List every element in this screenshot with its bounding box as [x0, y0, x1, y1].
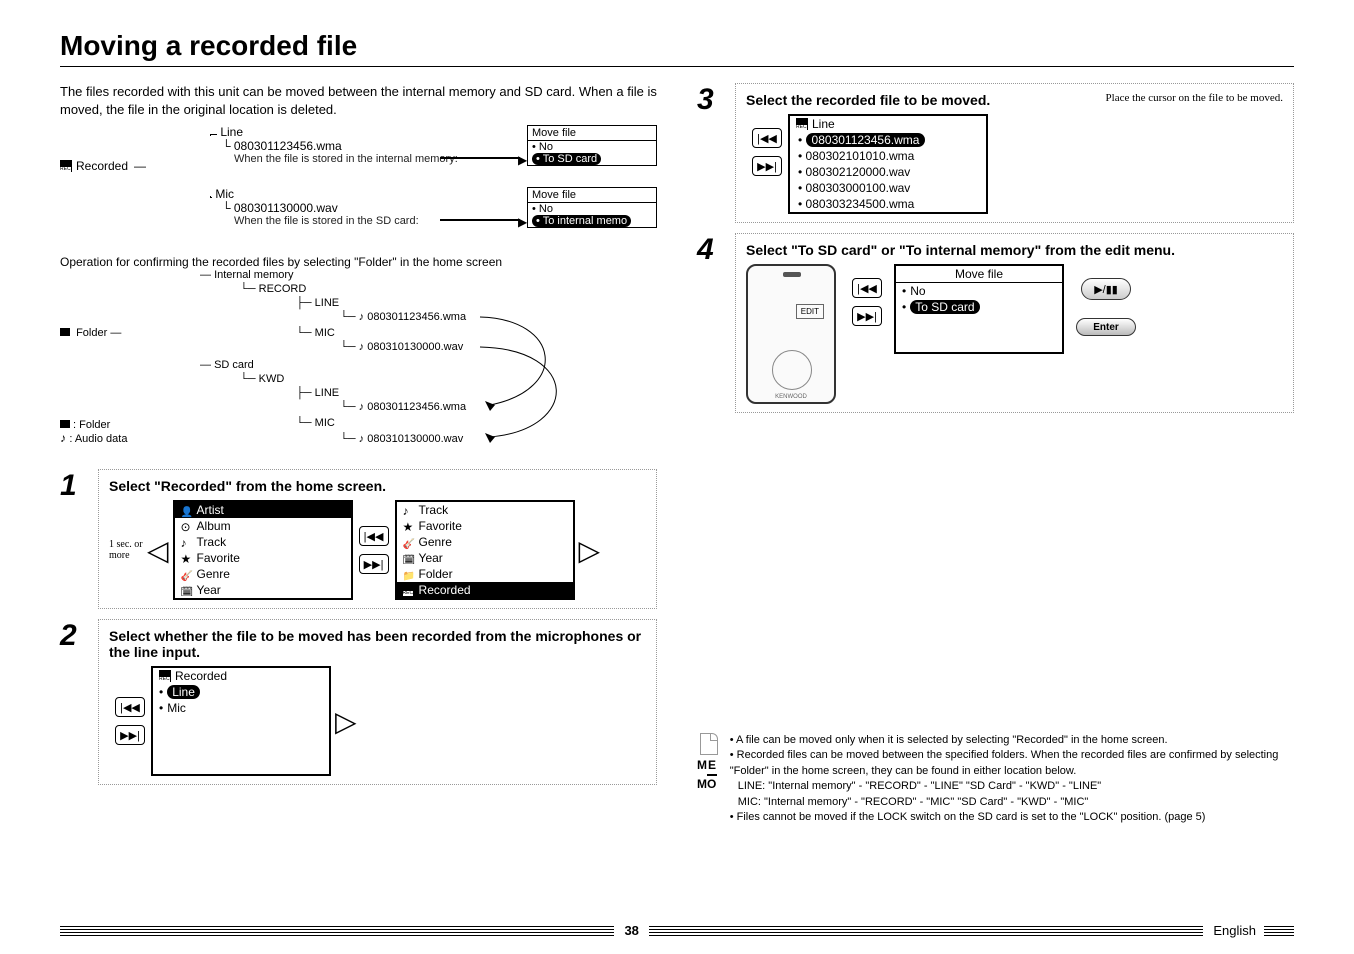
- hold-label: 1 sec. or more: [109, 539, 143, 561]
- page-number: 38: [614, 923, 648, 938]
- home-list-left[interactable]: Artist Album Track Favorite Genre Year: [173, 500, 353, 600]
- tree-wma-1: 080301123456.wma: [367, 311, 466, 323]
- step-4-number: 4: [697, 233, 721, 413]
- tree-mic-2: MIC: [315, 417, 335, 429]
- enter-button[interactable]: Enter: [1076, 318, 1136, 336]
- next-button-2[interactable]: ▶▶|: [115, 725, 145, 745]
- prev-button-4[interactable]: |◀◀: [852, 278, 882, 298]
- intro-text: The files recorded with this unit can be…: [60, 83, 657, 119]
- tree-wma-2: 080301123456.wma: [367, 401, 466, 413]
- tree-kwd: KWD: [259, 373, 285, 385]
- tree-sdcard: SD card: [214, 359, 254, 371]
- footer-rule-right: [649, 926, 1203, 936]
- next-button[interactable]: ▶▶|: [359, 554, 389, 574]
- step-3-number: 3: [697, 83, 721, 223]
- tree-wav-1: 080310130000.wav: [367, 341, 463, 353]
- right-arrow-icon[interactable]: ▷: [575, 514, 605, 587]
- remote-illustration: EDIT KENWOOD: [746, 264, 836, 404]
- legend-folder-icon: [60, 420, 70, 428]
- operation-caption: Operation for confirming the recorded fi…: [60, 255, 657, 269]
- tree-wav-2: 080310130000.wav: [367, 433, 463, 445]
- recorded-root-label: Recorded: [76, 159, 128, 173]
- movefile-tointernal: To internal memo: [532, 215, 631, 227]
- stored-sd-note: When the file is stored in the SD card:: [234, 215, 419, 227]
- legend-folder: : Folder: [73, 419, 110, 431]
- play-enter-button[interactable]: ▶/▮▮: [1081, 278, 1131, 300]
- folder-icon: [60, 328, 70, 336]
- tree-line-2: LINE: [315, 387, 339, 399]
- left-arrow-icon[interactable]: ◁: [143, 514, 173, 587]
- memo-text: • A file can be moved only when it is se…: [730, 733, 1294, 825]
- memo-icon: MEMO: [697, 733, 722, 825]
- step-2-number: 2: [60, 619, 84, 785]
- file-list[interactable]: Line 080301123456.wma 080302101010.wma 0…: [788, 114, 988, 214]
- file-row[interactable]: 080303000100.wav: [790, 180, 986, 196]
- edit-button[interactable]: EDIT: [796, 304, 824, 319]
- prev-button[interactable]: |◀◀: [359, 526, 389, 546]
- step-2-title: Select whether the file to be moved has …: [109, 628, 646, 660]
- movefile-title-2: Move file: [528, 188, 656, 203]
- movefile-no-1: No: [528, 141, 656, 153]
- stored-internal-note: When the file is stored in the internal …: [234, 153, 458, 165]
- tree-record: RECORD: [259, 283, 307, 295]
- tree-mic-1: MIC: [315, 327, 335, 339]
- footer-rule-end: [1264, 926, 1294, 936]
- movefile-title-1: Move file: [528, 126, 656, 141]
- line-file: 080301123456.wma: [234, 139, 342, 153]
- tree-internal: Internal memory: [214, 269, 293, 281]
- footer-rule-left: [60, 926, 614, 936]
- movefile-no-2: No: [528, 203, 656, 215]
- mic-file: 080301130000.wav: [234, 201, 338, 215]
- rec-icon: [60, 160, 72, 172]
- move-menu[interactable]: Move file •No •To SD card: [894, 264, 1064, 354]
- language-label: English: [1203, 923, 1256, 938]
- file-row[interactable]: 080302101010.wma: [790, 148, 986, 164]
- recorded-source-list[interactable]: Recorded •Line •Mic: [151, 666, 331, 776]
- step-3-hint: Place the cursor on the file to be moved…: [1106, 92, 1283, 104]
- file-row-selected[interactable]: 080301123456.wma: [790, 132, 986, 148]
- legend-audio: : Audio data: [69, 433, 127, 445]
- home-list-right[interactable]: Track Favorite Genre Year Folder Recorde…: [395, 500, 575, 600]
- file-row[interactable]: 080303234500.wma: [790, 196, 986, 212]
- prev-button-2[interactable]: |◀◀: [115, 697, 145, 717]
- step-4-title: Select "To SD card" or "To internal memo…: [746, 242, 1283, 258]
- mic-branch-label: Mic: [215, 187, 234, 201]
- step-1-title: Select "Recorded" from the home screen.: [109, 478, 646, 494]
- file-row[interactable]: 080302120000.wav: [790, 164, 986, 180]
- next-button-4[interactable]: ▶▶|: [852, 306, 882, 326]
- prev-button-3[interactable]: |◀◀: [752, 128, 782, 148]
- right-arrow-icon-2[interactable]: ▷: [331, 685, 361, 758]
- page-title: Moving a recorded file: [60, 30, 1294, 67]
- tree-root-folder: Folder: [76, 327, 107, 339]
- line-branch-label: Line: [220, 125, 243, 139]
- tree-line-1: LINE: [315, 297, 339, 309]
- movefile-tosd: To SD card: [532, 153, 601, 165]
- next-button-3[interactable]: ▶▶|: [752, 156, 782, 176]
- step-1-number: 1: [60, 469, 84, 609]
